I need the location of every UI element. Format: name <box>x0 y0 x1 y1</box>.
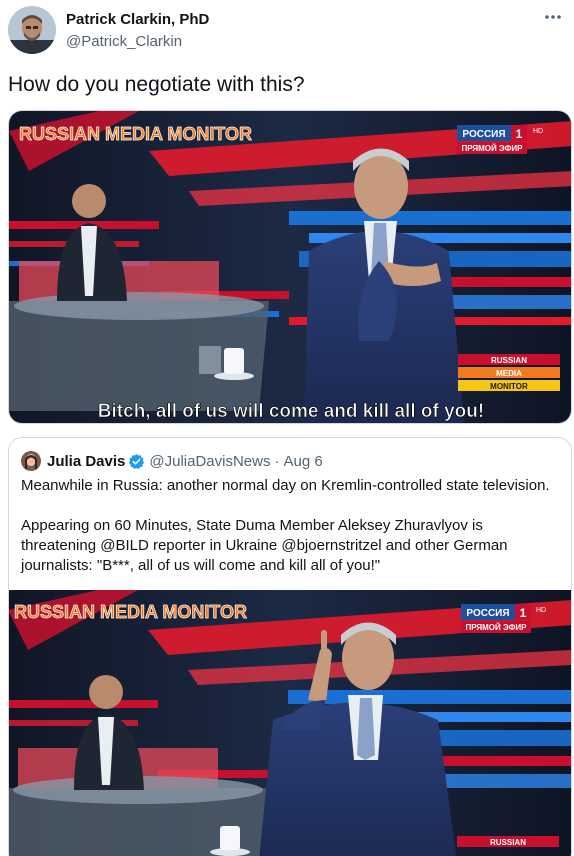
quoted-paragraph-1: Meanwhile in Russia: another normal day … <box>21 477 550 494</box>
live-label-quoted: ПРЯМОЙ ЭФИР <box>466 623 528 632</box>
quoted-tweet-text: Meanwhile in Russia: another normal day … <box>21 476 561 576</box>
quoted-author-name[interactable]: Julia Davis <box>47 453 125 470</box>
badge-line-2: MEDIA <box>496 369 522 378</box>
quoted-tweet-video[interactable]: RUSSIAN РОССИЯ 1 HD ПРЯМОЙ ЭФИР RUSSIAN … <box>9 590 571 856</box>
quoted-tweet-date[interactable]: Aug 6 <box>283 453 322 470</box>
quoted-video-watermark: RUSSIAN MEDIA MONITOR <box>14 602 247 622</box>
more-horizontal-icon[interactable] <box>542 6 564 28</box>
tweet-text: How do you negotiate with this? <box>8 73 305 96</box>
channel-name: РОССИЯ <box>462 129 505 140</box>
channel-number: 1 <box>516 127 523 141</box>
channel-name-quoted: РОССИЯ <box>466 608 509 619</box>
author-avatar[interactable] <box>8 6 56 54</box>
quoted-author-avatar[interactable] <box>21 451 41 471</box>
meta-separator: · <box>274 452 280 470</box>
quoted-author-handle[interactable]: @JuliaDavisNews <box>149 453 270 470</box>
verified-badge-icon <box>128 453 145 470</box>
author-handle[interactable]: @Patrick_Clarkin <box>66 33 182 50</box>
channel-number-quoted: 1 <box>520 606 527 620</box>
author-name[interactable]: Patrick Clarkin, PhD <box>66 11 209 28</box>
quoted-tweet-header: Julia Davis @JuliaDavisNews · Aug 6 <box>21 451 323 471</box>
quoted-paragraph-2: Appearing on 60 Minutes, State Duma Memb… <box>21 517 508 574</box>
channel-hd: HD <box>533 128 543 135</box>
channel-hd-quoted: HD <box>536 607 546 614</box>
badge-line-1: RUSSIAN <box>491 356 527 365</box>
tweet-header: Patrick Clarkin, PhD @Patrick_Clarkin <box>8 4 566 56</box>
badge-line-3: MONITOR <box>490 382 528 391</box>
badge-line-1-quoted: RUSSIAN <box>490 838 526 847</box>
video-subtitle: Bitch, all of us will come and kill all … <box>98 401 484 422</box>
live-label: ПРЯМОЙ ЭФИР <box>462 144 524 153</box>
tweet-video[interactable]: RUSSIAN MEDIA MONITOR РОССИЯ 1 HD ПРЯМОЙ… <box>8 110 572 424</box>
video-watermark: RUSSIAN MEDIA MONITOR <box>19 124 252 144</box>
quoted-tweet[interactable]: Julia Davis @JuliaDavisNews · Aug 6 Mean… <box>8 437 572 856</box>
